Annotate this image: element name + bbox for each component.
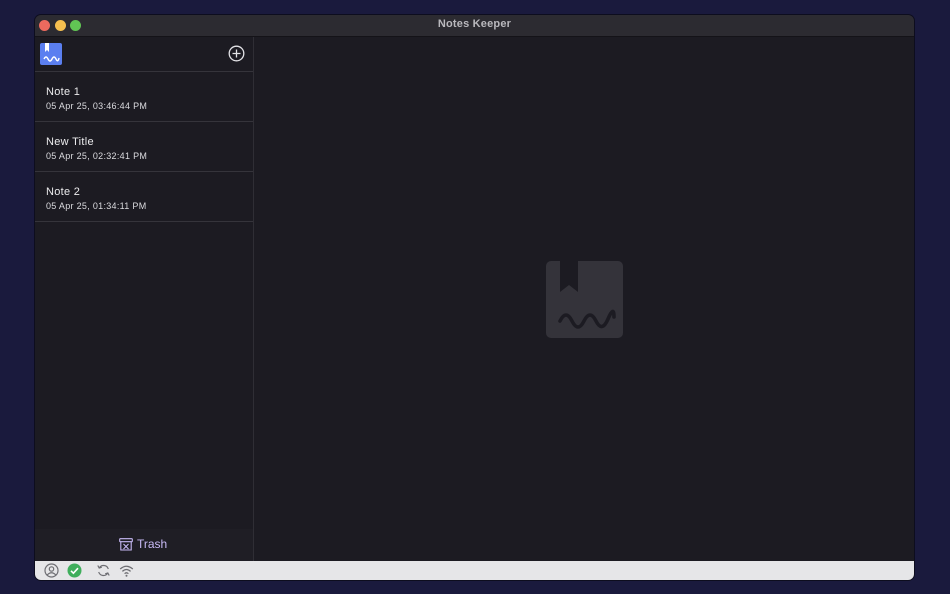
trash-box-icon: [119, 537, 133, 551]
note-list-item[interactable]: Note 1 05 Apr 25, 03:46:44 PM: [35, 72, 253, 122]
note-editor-area: [254, 37, 914, 561]
user-circle-icon[interactable]: [44, 563, 59, 578]
title-bar[interactable]: Notes Keeper: [35, 15, 914, 37]
note-list-item[interactable]: Note 2 05 Apr 25, 01:34:11 PM: [35, 172, 253, 222]
note-list-item[interactable]: New Title 05 Apr 25, 02:32:41 PM: [35, 122, 253, 172]
window-title: Notes Keeper: [437, 18, 512, 30]
notes-sidebar: Note 1 05 Apr 25, 03:46:44 PM New Title …: [35, 37, 254, 561]
wifi-icon[interactable]: [119, 563, 134, 578]
check-circle-icon: [67, 563, 82, 578]
note-title: Note 2: [46, 186, 81, 198]
plus-circle-icon add-note-button[interactable]: [228, 45, 245, 62]
sidebar-header: [35, 37, 253, 72]
app-window: Notes Keeper Note 1 05 Apr 25, 03:46:44 …: [35, 15, 914, 580]
note-date: 05 Apr 25, 03:46:44 PM: [46, 101, 148, 111]
trash-label: Trash: [137, 537, 168, 551]
status-bar: [35, 561, 914, 580]
note-date: 05 Apr 25, 02:32:41 PM: [46, 151, 148, 161]
trash-button[interactable]: Trash: [35, 529, 253, 561]
bookmark-signature-icon: [546, 261, 623, 338]
trash-button-content: Trash: [119, 537, 167, 551]
bookmark-signature-icon: [40, 43, 62, 65]
note-title: Note 1: [46, 86, 81, 98]
note-title: New Title: [46, 136, 94, 148]
sync-icon[interactable]: [96, 563, 111, 578]
note-date: 05 Apr 25, 01:34:11 PM: [46, 201, 147, 211]
